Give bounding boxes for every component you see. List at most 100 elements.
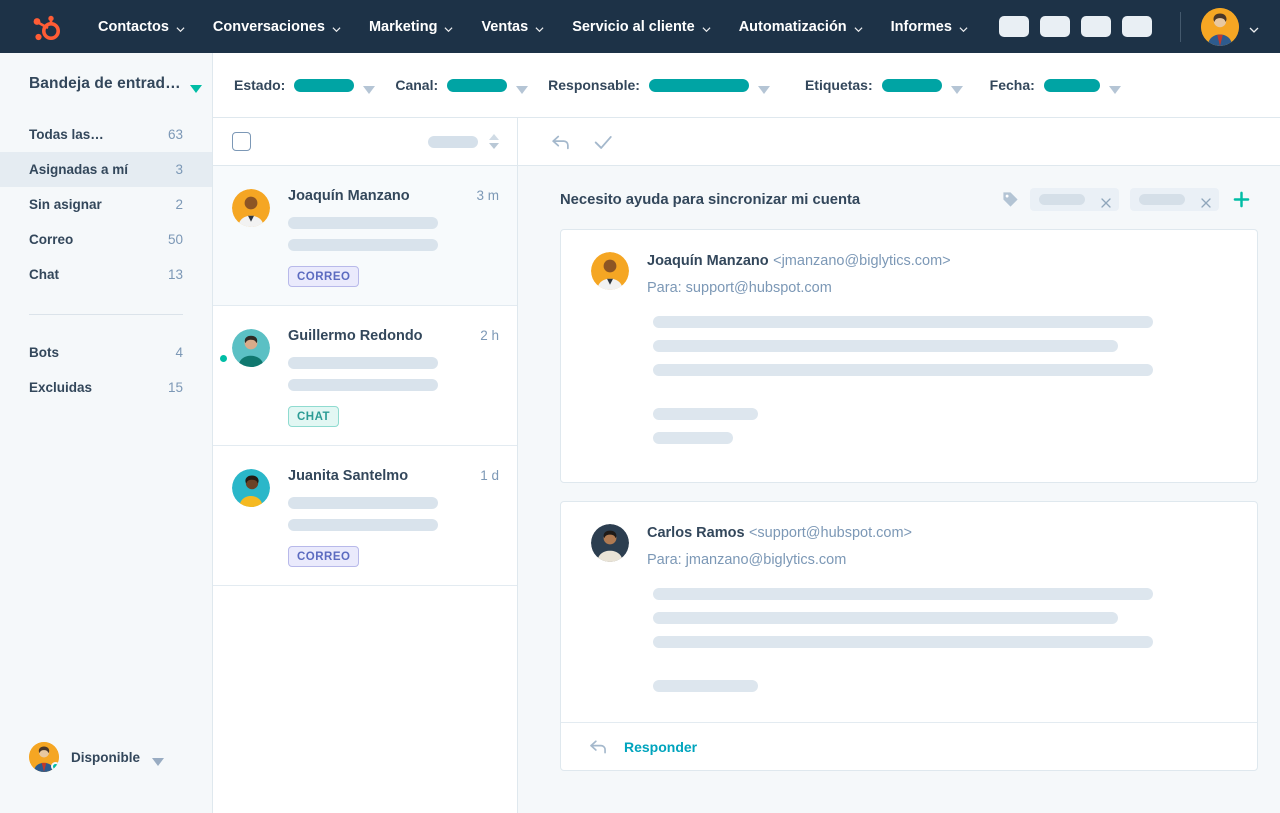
nav-item-marketing[interactable]: Marketing [355, 13, 468, 41]
sidebar-item-count: 13 [168, 267, 183, 282]
message-card: Joaquín Manzano <jmanzano@biglytics.com>… [560, 229, 1258, 483]
nav-item-servicio-al-cliente[interactable]: Servicio al cliente [558, 13, 725, 41]
filter-estado[interactable]: Estado: [234, 77, 375, 93]
sidebar-item-todas-las[interactable]: Todas las… 63 [0, 117, 212, 152]
sidebar-item-correo[interactable]: Correo 50 [0, 222, 212, 257]
message-body-placeholder [653, 588, 1153, 600]
sidebar-item-asignadas-a-mi[interactable]: Asignadas a mí 3 [0, 152, 212, 187]
online-indicator-icon [51, 762, 59, 771]
filter-value-placeholder [294, 79, 354, 92]
filter-etiquetas[interactable]: Etiquetas: [805, 77, 963, 93]
nav-item-automatizacion[interactable]: Automatización [725, 13, 877, 41]
chevron-down-icon [332, 22, 341, 31]
sidebar-item-sin-asignar[interactable]: Sin asignar 2 [0, 187, 212, 222]
message-body-placeholder [653, 364, 1153, 376]
nav-action-button-3[interactable] [1081, 16, 1111, 37]
account-menu[interactable] [1201, 8, 1258, 46]
inbox-selector[interactable]: Bandeja de entrad… [0, 53, 212, 93]
tag-icon [1002, 191, 1019, 208]
conversation-thread-panel: Necesito ayuda para sincronizar mi cuent… [518, 118, 1280, 813]
status-badge: CHAT [288, 406, 339, 427]
conversation-preview-placeholder [288, 217, 438, 229]
sidebar-item-count: 3 [175, 162, 183, 177]
message-sender-email: <jmanzano@biglytics.com> [773, 253, 951, 269]
sort-control[interactable] [428, 134, 499, 149]
reply-button[interactable]: Responder [561, 722, 1257, 770]
sort-arrows-icon [489, 134, 499, 149]
main-menu: Contactos Conversaciones Marketing Venta… [84, 13, 982, 41]
tag-chip[interactable] [1130, 188, 1219, 211]
sidebar-item-count: 4 [175, 345, 183, 360]
nav-item-label: Marketing [369, 19, 438, 35]
inbox-filter-list: Todas las… 63 Asignadas a mí 3 Sin asign… [0, 117, 212, 292]
sidebar-item-excluidas[interactable]: Excluidas 15 [0, 370, 212, 405]
sidebar-item-chat[interactable]: Chat 13 [0, 257, 212, 292]
filter-label: Fecha: [990, 77, 1035, 93]
thread-header: Necesito ayuda para sincronizar mi cuent… [518, 166, 1280, 211]
filter-value-placeholder [649, 79, 749, 92]
chevron-down-icon [1249, 22, 1258, 31]
reply-arrow-icon[interactable] [550, 131, 572, 153]
conversation-name: Guillermo Redondo [288, 328, 423, 344]
caret-down-icon [363, 81, 375, 89]
availability-status-label: Disponible [71, 750, 140, 765]
nav-item-contactos[interactable]: Contactos [84, 13, 199, 41]
thread-toolbar [518, 118, 1280, 166]
message-body-placeholder [653, 612, 1118, 624]
filter-responsable[interactable]: Responsable: [548, 77, 770, 93]
conversation-preview-placeholder [288, 357, 438, 369]
conversation-preview-placeholder [288, 519, 438, 531]
hubspot-sprocket-logo-icon[interactable] [28, 10, 62, 44]
table-row[interactable]: Guillermo Redondo 2 h CHAT [213, 306, 517, 446]
table-row[interactable]: Joaquín Manzano 3 m CORREO [213, 166, 517, 306]
status-badge: CORREO [288, 266, 359, 287]
avatar [29, 742, 59, 772]
close-x-icon[interactable] [1201, 195, 1211, 205]
nav-item-label: Ventas [481, 19, 528, 35]
avatar [591, 524, 629, 562]
nav-item-label: Conversaciones [213, 19, 325, 35]
select-all-checkbox[interactable] [232, 132, 251, 151]
conversation-list-panel: Joaquín Manzano 3 m CORREO [213, 118, 518, 813]
sidebar-item-bots[interactable]: Bots 4 [0, 335, 212, 370]
filter-bar: Estado: Canal: Responsable: Etiquetas: F… [213, 53, 1280, 118]
conversation-preview-placeholder [288, 379, 438, 391]
sidebar-item-label: Chat [29, 267, 59, 282]
conversation-name: Joaquín Manzano [288, 188, 410, 204]
nav-action-button-2[interactable] [1040, 16, 1070, 37]
sidebar-item-label: Bots [29, 345, 59, 360]
sort-value-placeholder [428, 136, 478, 148]
caret-down-icon [951, 81, 963, 89]
conversation-name: Juanita Santelmo [288, 468, 408, 484]
nav-item-informes[interactable]: Informes [877, 13, 982, 41]
avatar [232, 469, 270, 507]
message-sender-name: Carlos Ramos [647, 525, 745, 541]
sidebar-divider [29, 314, 183, 315]
conversation-list-toolbar [213, 118, 517, 166]
add-tag-button[interactable] [1233, 191, 1250, 208]
filter-label: Estado: [234, 77, 285, 93]
checkmark-icon[interactable] [592, 131, 614, 153]
close-x-icon[interactable] [1101, 195, 1111, 205]
nav-item-ventas[interactable]: Ventas [467, 13, 558, 41]
nav-item-conversaciones[interactable]: Conversaciones [199, 13, 355, 41]
filter-label: Etiquetas: [805, 77, 873, 93]
caret-down-icon [152, 753, 164, 761]
tag-chip-label-placeholder [1139, 194, 1185, 205]
filter-canal[interactable]: Canal: [395, 77, 528, 93]
sidebar-item-label: Correo [29, 232, 73, 247]
avatar [232, 189, 270, 227]
filter-value-placeholder [447, 79, 507, 92]
tag-chip[interactable] [1030, 188, 1119, 211]
availability-status-selector[interactable]: Disponible [0, 742, 212, 772]
filter-label: Canal: [395, 77, 438, 93]
nav-action-button-1[interactable] [999, 16, 1029, 37]
nav-divider [1180, 12, 1181, 42]
avatar [591, 252, 629, 290]
filter-fecha[interactable]: Fecha: [990, 77, 1121, 93]
table-row[interactable]: Juanita Santelmo 1 d CORREO [213, 446, 517, 586]
message-recipient: Para: support@hubspot.com [647, 280, 951, 296]
avatar [232, 329, 270, 367]
conversation-time: 1 d [480, 468, 499, 483]
nav-action-button-4[interactable] [1122, 16, 1152, 37]
